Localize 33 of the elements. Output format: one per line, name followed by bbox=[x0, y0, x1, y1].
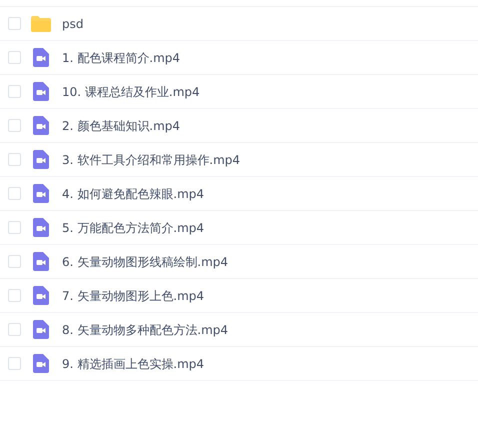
video-file-icon bbox=[33, 320, 49, 339]
video-file-icon bbox=[33, 286, 49, 305]
video-file-icon bbox=[33, 354, 49, 373]
folder-icon bbox=[31, 16, 51, 32]
file-name[interactable]: 4. 如何避免配色辣眼.mp4 bbox=[62, 184, 204, 202]
video-file-icon bbox=[33, 48, 49, 67]
file-name[interactable]: 10. 课程总结及作业.mp4 bbox=[62, 82, 200, 100]
video-file-icon bbox=[33, 116, 49, 135]
checkbox[interactable] bbox=[8, 255, 21, 268]
file-name[interactable]: 5. 万能配色方法简介.mp4 bbox=[62, 218, 204, 236]
file-name[interactable]: 1. 配色课程简介.mp4 bbox=[62, 48, 180, 66]
file-name[interactable]: 6. 矢量动物图形线稿绘制.mp4 bbox=[62, 252, 228, 270]
checkbox[interactable] bbox=[8, 17, 21, 30]
file-name[interactable]: psd bbox=[62, 14, 84, 32]
video-file-icon bbox=[33, 82, 49, 101]
video-file-icon bbox=[33, 150, 49, 169]
file-name[interactable]: 7. 矢量动物图形上色.mp4 bbox=[62, 286, 204, 304]
file-name[interactable]: 3. 软件工具介绍和常用操作.mp4 bbox=[62, 150, 240, 168]
checkbox[interactable] bbox=[8, 187, 21, 200]
checkbox[interactable] bbox=[8, 51, 21, 64]
video-file-icon bbox=[33, 184, 49, 203]
checkbox[interactable] bbox=[8, 119, 21, 132]
checkbox[interactable] bbox=[8, 323, 21, 336]
file-name[interactable]: 2. 颜色基础知识.mp4 bbox=[62, 116, 180, 134]
checkbox[interactable] bbox=[8, 153, 21, 166]
checkbox[interactable] bbox=[8, 289, 21, 302]
file-name[interactable]: 9. 精选插画上色实操.mp4 bbox=[62, 354, 204, 372]
video-file-icon bbox=[33, 252, 49, 271]
file-name[interactable]: 8. 矢量动物多种配色方法.mp4 bbox=[62, 320, 228, 338]
checkbox[interactable] bbox=[8, 357, 21, 370]
checkbox[interactable] bbox=[8, 85, 21, 98]
video-file-icon bbox=[33, 218, 49, 237]
checkbox[interactable] bbox=[8, 221, 21, 234]
